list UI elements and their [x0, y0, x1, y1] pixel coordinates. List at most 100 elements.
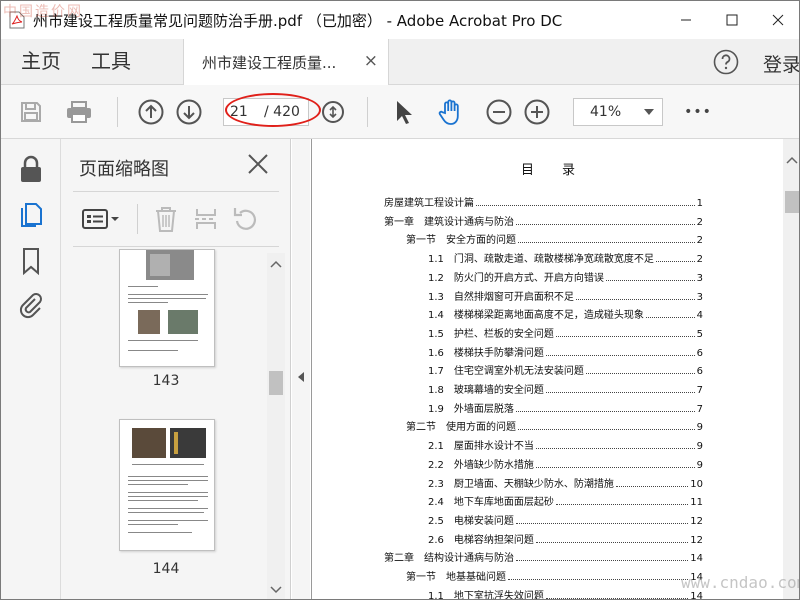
page-thumbnail[interactable] — [119, 249, 215, 367]
thumbnail-list: 143 144 — [61, 249, 271, 599]
hand-tool-icon[interactable] — [437, 98, 465, 126]
bookmark-icon[interactable] — [15, 245, 47, 277]
toc-entry[interactable]: 第一节 地基基础问题 14 — [406, 565, 703, 583]
toc-leader-dots — [545, 597, 689, 599]
toc-entry[interactable]: 1.5 护栏、栏板的安全问题 5 — [428, 322, 703, 340]
chevron-down-icon — [644, 109, 654, 115]
panel-title: 页面缩略图 — [79, 159, 169, 180]
page-thumbnails-icon[interactable] — [15, 199, 47, 231]
close-panel-button[interactable] — [247, 153, 269, 175]
toc-entry-page: 2 — [696, 216, 703, 228]
login-link[interactable]: 登录 — [763, 50, 799, 77]
toc-leader-dots — [516, 223, 695, 225]
toc-leader-dots — [508, 579, 689, 580]
toc-leader-dots — [476, 205, 695, 206]
minimize-icon — [681, 19, 691, 21]
toc-entry-title: 2.2 外墙缺少防水措施 — [428, 459, 534, 471]
left-rail — [1, 139, 61, 599]
next-page-icon[interactable] — [175, 98, 203, 126]
menu-bar: 主页 工具 州市建设工程质量... × 登录 — [1, 39, 799, 85]
toc-entry[interactable]: 1.4 楼梯梯梁距离地面高度不足，造成碰头现象 4 — [428, 303, 703, 321]
toc-entry[interactable]: 1.9 外墙面层脱落 7 — [428, 397, 703, 415]
close-window-button[interactable] — [755, 1, 799, 39]
toc-entry[interactable]: 第二节 使用方面的问题 9 — [406, 415, 703, 433]
toc-entry[interactable]: 2.2 外墙缺少防水措施 9 — [428, 453, 703, 471]
toc-entry[interactable]: 2.1 屋面排水设计不当 9 — [428, 434, 703, 452]
toc-entry-page: 5 — [696, 328, 703, 340]
collapse-panel-handle[interactable] — [292, 139, 310, 599]
thumbnail-scrollbar-thumb[interactable] — [269, 371, 283, 395]
zoom-in-icon[interactable] — [523, 98, 551, 126]
toc-entry[interactable]: 第一节 安全方面的问题 2 — [406, 228, 703, 246]
toc-entry[interactable]: 1.1 门洞、疏散走道、疏散楼梯净宽疏散宽度不足 2 — [428, 247, 703, 265]
document-scrollbar[interactable] — [783, 139, 800, 599]
more-tools-button[interactable]: ••• — [681, 98, 715, 126]
toc-leader-dots — [545, 392, 695, 393]
toc-entry-title: 1.3 自然排烟窗可开启面积不足 — [428, 291, 574, 303]
toc-entry[interactable]: 2.5 电梯安装问题 12 — [428, 509, 703, 527]
insert-page-icon[interactable] — [191, 204, 221, 234]
toc-entry[interactable]: 1.1 地下室抗浮失效问题 14 — [428, 584, 703, 600]
save-icon[interactable] — [17, 98, 45, 126]
toc-leader-dots — [545, 354, 695, 356]
toc-leader-dots — [585, 373, 695, 375]
tools-tab[interactable]: 工具 — [91, 39, 131, 84]
select-tool-icon[interactable] — [389, 98, 417, 126]
total-pages-label: / 420 — [264, 104, 300, 120]
toc-entry[interactable]: 2.3 厨卫墙面、天棚缺少防水、防潮措施 10 — [428, 472, 703, 490]
toc-entry[interactable]: 1.2 防火门的开启方式、开启方向错误 3 — [428, 266, 703, 284]
toc-entry[interactable]: 1.6 楼梯扶手防攀滑问题 6 — [428, 341, 703, 359]
scroll-down-icon[interactable] — [267, 583, 285, 597]
page-thumbnails-panel: 页面缩略图 143 144 — [61, 139, 291, 599]
toc-leader-dots — [555, 335, 695, 337]
thumbnail-scrollbar[interactable] — [267, 253, 285, 599]
toc-entry-title: 1.6 楼梯扶手防攀滑问题 — [428, 347, 544, 359]
toc-entry-page: 3 — [696, 291, 703, 303]
toc-entry[interactable]: 2.6 电梯容纳担架问题 12 — [428, 528, 703, 546]
toc-entry-page: 12 — [690, 515, 703, 527]
title-bar: 州市建设工程质量常见问题防治手册.pdf （已加密） - Adobe Acrob… — [1, 1, 799, 39]
toc-leader-dots — [555, 504, 689, 506]
lock-icon[interactable] — [15, 153, 47, 185]
toc-entry[interactable]: 1.7 住宅空调室外机无法安装问题 6 — [428, 359, 703, 377]
document-tab[interactable]: 州市建设工程质量... × — [183, 39, 389, 85]
toc-entry-title: 1.4 楼梯梯梁距离地面高度不足，造成碰头现象 — [428, 310, 644, 322]
current-page-input[interactable]: 21 — [230, 104, 248, 120]
pdf-file-icon — [9, 11, 25, 29]
toc-entry-page: 6 — [696, 347, 703, 359]
zoom-out-icon[interactable] — [485, 98, 513, 126]
toc-entry[interactable]: 2.4 地下车库地面面层起砂 11 — [428, 490, 703, 508]
toc-entry[interactable]: 第二章 结构设计通病与防治 14 — [384, 546, 703, 564]
toc-entry[interactable]: 1.3 自然排烟窗可开启面积不足 3 — [428, 285, 703, 303]
print-icon[interactable] — [65, 98, 93, 126]
toc-entry-page: 1 — [696, 198, 703, 209]
toc-leader-dots — [615, 485, 689, 487]
thumbnail-page-number: 143 — [152, 373, 180, 389]
attachment-icon[interactable] — [15, 289, 47, 321]
toc-entry[interactable]: 第一章 建筑设计通病与防治 2 — [384, 210, 703, 228]
minimize-button[interactable] — [663, 1, 709, 39]
toc-entry-page: 7 — [696, 403, 703, 415]
previous-page-icon[interactable] — [137, 98, 165, 126]
home-tab[interactable]: 主页 — [21, 39, 61, 84]
scroll-up-icon[interactable] — [783, 153, 800, 167]
scroll-up-icon[interactable] — [267, 257, 285, 271]
document-tab-close-button[interactable]: × — [364, 51, 378, 71]
toc-entry-title: 1.1 地下室抗浮失效问题 — [428, 590, 544, 600]
thumbnail-options-icon[interactable] — [79, 204, 123, 234]
document-view[interactable]: 目录 房屋建筑工程设计篇 1 第一章 建筑设计通病与防治 2 第一节 安全方面的问题 2 1… — [311, 139, 783, 600]
toc-leader-dots — [518, 242, 695, 244]
help-icon[interactable] — [713, 49, 739, 75]
toc-entry[interactable]: 房屋建筑工程设计篇 1 — [384, 191, 703, 209]
document-scrollbar-thumb[interactable] — [785, 191, 799, 213]
thumbnail-page-number: 144 — [152, 561, 180, 577]
page-navigation-icon[interactable] — [319, 98, 347, 126]
zoom-dropdown[interactable]: 41% — [573, 98, 663, 126]
rotate-page-icon[interactable] — [231, 204, 261, 234]
toc-entry-page: 9 — [696, 459, 703, 471]
toc-entry[interactable]: 1.8 玻璃幕墙的安全问题 7 — [428, 378, 703, 396]
toc-leader-dots — [515, 410, 695, 412]
delete-page-icon[interactable] — [151, 204, 181, 234]
page-thumbnail[interactable] — [119, 419, 215, 551]
maximize-button[interactable] — [709, 1, 755, 39]
